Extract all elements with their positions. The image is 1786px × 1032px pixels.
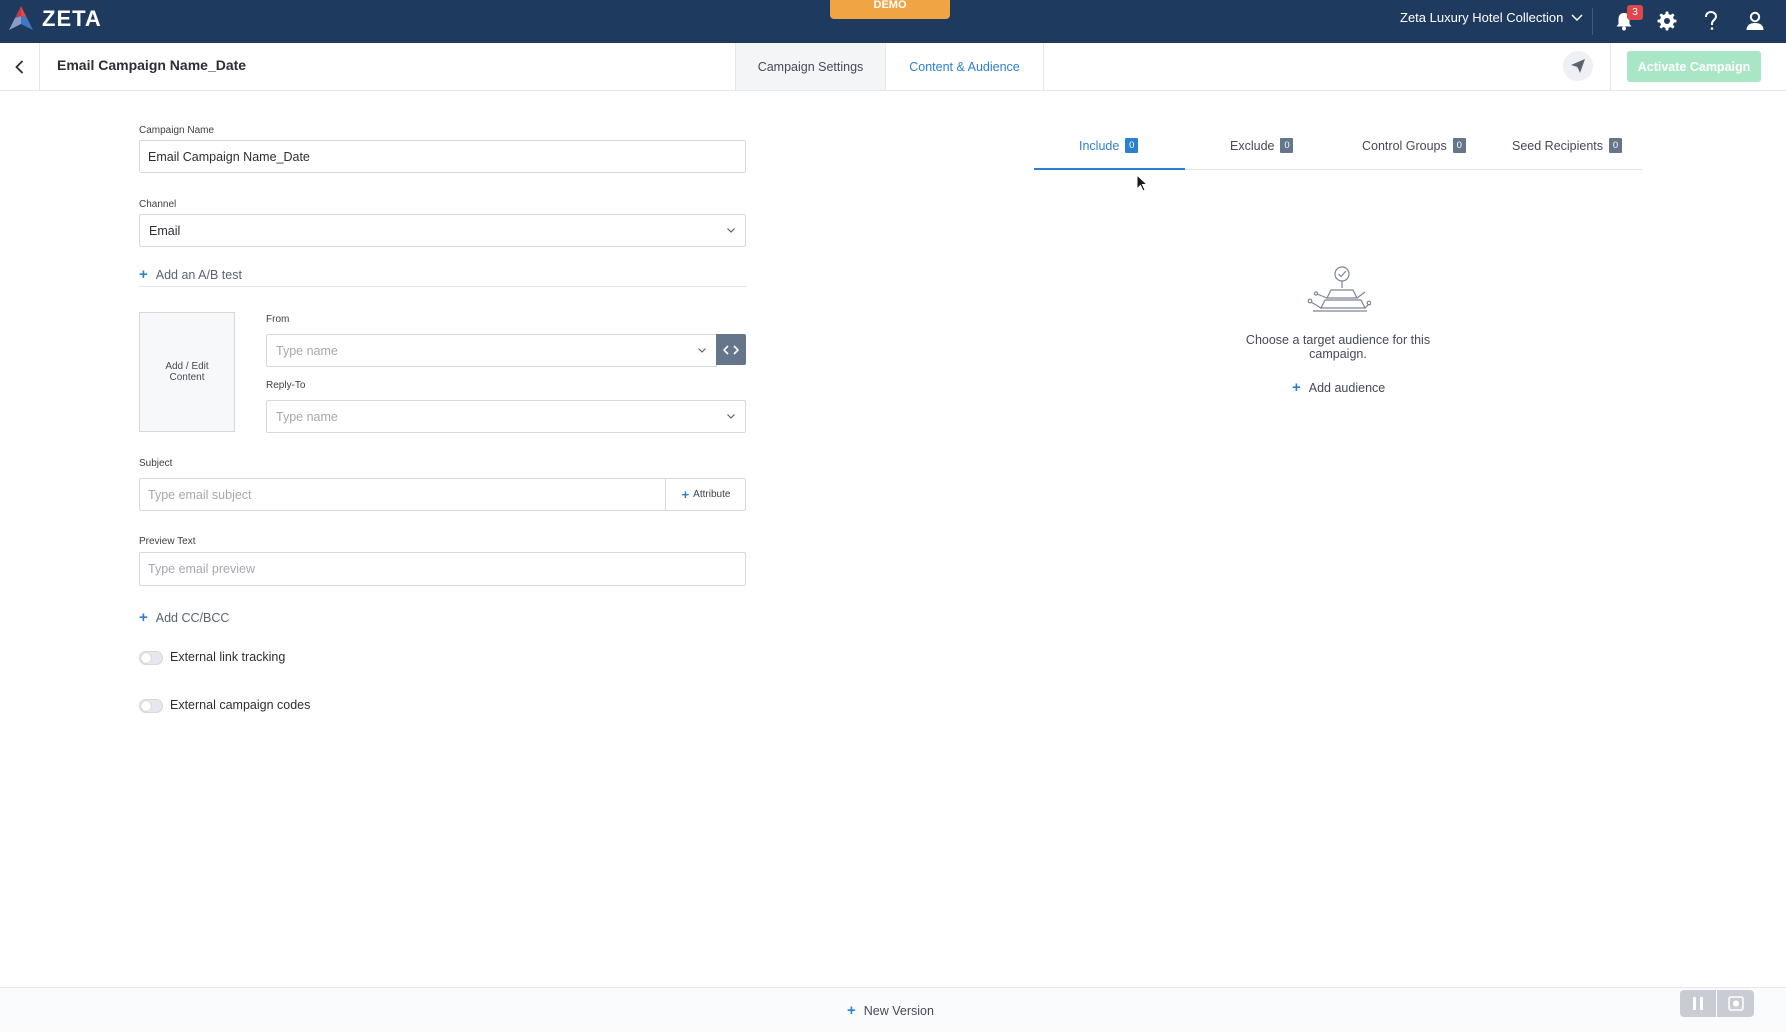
attribute-label: Attribute [693,489,731,500]
from-label: From [266,314,290,325]
add-edit-content-button[interactable]: Add / Edit Content [139,312,235,432]
audience-empty-message: Choose a target audience for this campai… [1245,333,1431,361]
plus-icon: + [1292,379,1301,396]
tab-exclude-label: Exclude [1230,138,1275,153]
settings-button[interactable] [1655,9,1679,33]
page-title: Email Campaign Name_Date [57,57,247,73]
exclude-count-badge: 0 [1280,138,1294,153]
chevron-down-icon [698,348,706,353]
plus-icon: + [139,609,148,626]
gear-icon [1657,11,1677,31]
channel-selected-value: Email [149,223,181,238]
send-test-button[interactable] [1563,51,1593,81]
tab-control-groups-label: Control Groups [1362,138,1447,153]
top-navbar: ZETA DEMO Zeta Luxury Hotel Collection 3 [0,0,1786,43]
user-profile-button[interactable] [1743,9,1767,33]
tab-control-groups[interactable]: Control Groups 0 [1362,138,1466,153]
chevron-left-icon [15,59,24,74]
new-version-label: New Version [863,1004,934,1018]
topbar-divider [1592,8,1593,35]
tab-campaign-settings[interactable]: Campaign Settings [735,43,885,90]
add-audience-link[interactable]: + Add audience [1292,379,1386,396]
tab-exclude[interactable]: Exclude 0 [1230,138,1294,153]
external-link-tracking-toggle[interactable] [139,651,163,665]
from-placeholder: Type name [276,343,338,358]
logo-text: ZETA [42,6,102,31]
plus-icon: + [139,266,148,283]
mouse-cursor-icon [1136,174,1148,192]
tab-include[interactable]: Include 0 [1079,138,1139,153]
preview-text-input[interactable] [139,552,746,586]
activate-campaign-button[interactable]: Activate Campaign [1627,51,1761,82]
add-audience-label: Add audience [1308,381,1386,395]
active-tab-indicator [1034,168,1185,170]
campaign-header: Email Campaign Name_Date Campaign Settin… [0,43,1786,91]
channel-select[interactable]: Email [139,214,746,247]
subject-input[interactable] [139,478,746,511]
external-campaign-codes-toggle[interactable] [139,699,163,713]
question-mark-icon [1705,11,1718,30]
tab-content-audience[interactable]: Content & Audience [885,43,1044,90]
control-groups-count-badge: 0 [1452,138,1466,153]
organization-name: Zeta Luxury Hotel Collection [1400,10,1564,25]
new-version-button[interactable]: + New Version [847,1002,934,1019]
reply-to-label: Reply-To [266,380,306,391]
demo-badge: DEMO [830,0,950,19]
campaign-name-label: Campaign Name [139,125,215,136]
plus-icon: + [847,1002,856,1019]
tab-seed-recipients[interactable]: Seed Recipients 0 [1512,138,1623,153]
zeta-logo[interactable]: ZETA [6,4,102,34]
reply-to-placeholder: Type name [276,409,338,424]
add-cc-bcc-link[interactable]: + Add CC/BCC [139,609,230,626]
pause-control-button[interactable] [1680,990,1716,1017]
from-code-toggle-button[interactable] [716,334,746,365]
user-icon [1746,11,1764,30]
audience-target-illustration-icon [1307,266,1371,312]
notification-count-badge: 3 [1627,5,1643,20]
add-ab-test-link[interactable]: + Add an A/B test [139,266,242,283]
help-button[interactable] [1699,9,1723,33]
preview-text-label: Preview Text [139,536,196,547]
plus-icon: + [681,486,690,502]
zeta-logo-icon [9,6,33,30]
subject-label: Subject [139,458,173,469]
organization-selector[interactable]: Zeta Luxury Hotel Collection [1400,10,1583,25]
chevron-down-icon [727,414,735,419]
code-brackets-icon [723,344,739,355]
seed-recipients-count-badge: 0 [1609,138,1623,153]
external-link-tracking-label: External link tracking [170,650,286,664]
add-ab-test-label: Add an A/B test [155,268,242,282]
campaign-name-input[interactable] [139,140,746,173]
from-select[interactable]: Type name [266,334,717,367]
screen-record-icon [1728,996,1744,1011]
include-count-badge: 0 [1125,138,1139,153]
header-divider [1610,43,1611,90]
chevron-down-icon [1571,13,1583,21]
add-cc-bcc-label: Add CC/BCC [155,611,230,625]
ab-test-divider [139,286,746,287]
subject-attribute-button[interactable]: + Attribute [665,478,746,511]
chevron-down-icon [727,228,735,233]
external-campaign-codes-label: External campaign codes [170,698,311,712]
paper-plane-icon [1571,59,1585,73]
reply-to-select[interactable]: Type name [266,400,746,433]
channel-label: Channel [139,199,177,210]
record-control-button[interactable] [1717,990,1754,1017]
pause-icon [1693,997,1703,1010]
tab-seed-recipients-label: Seed Recipients [1512,138,1604,153]
back-button[interactable] [0,43,40,90]
tab-include-label: Include [1079,138,1120,153]
